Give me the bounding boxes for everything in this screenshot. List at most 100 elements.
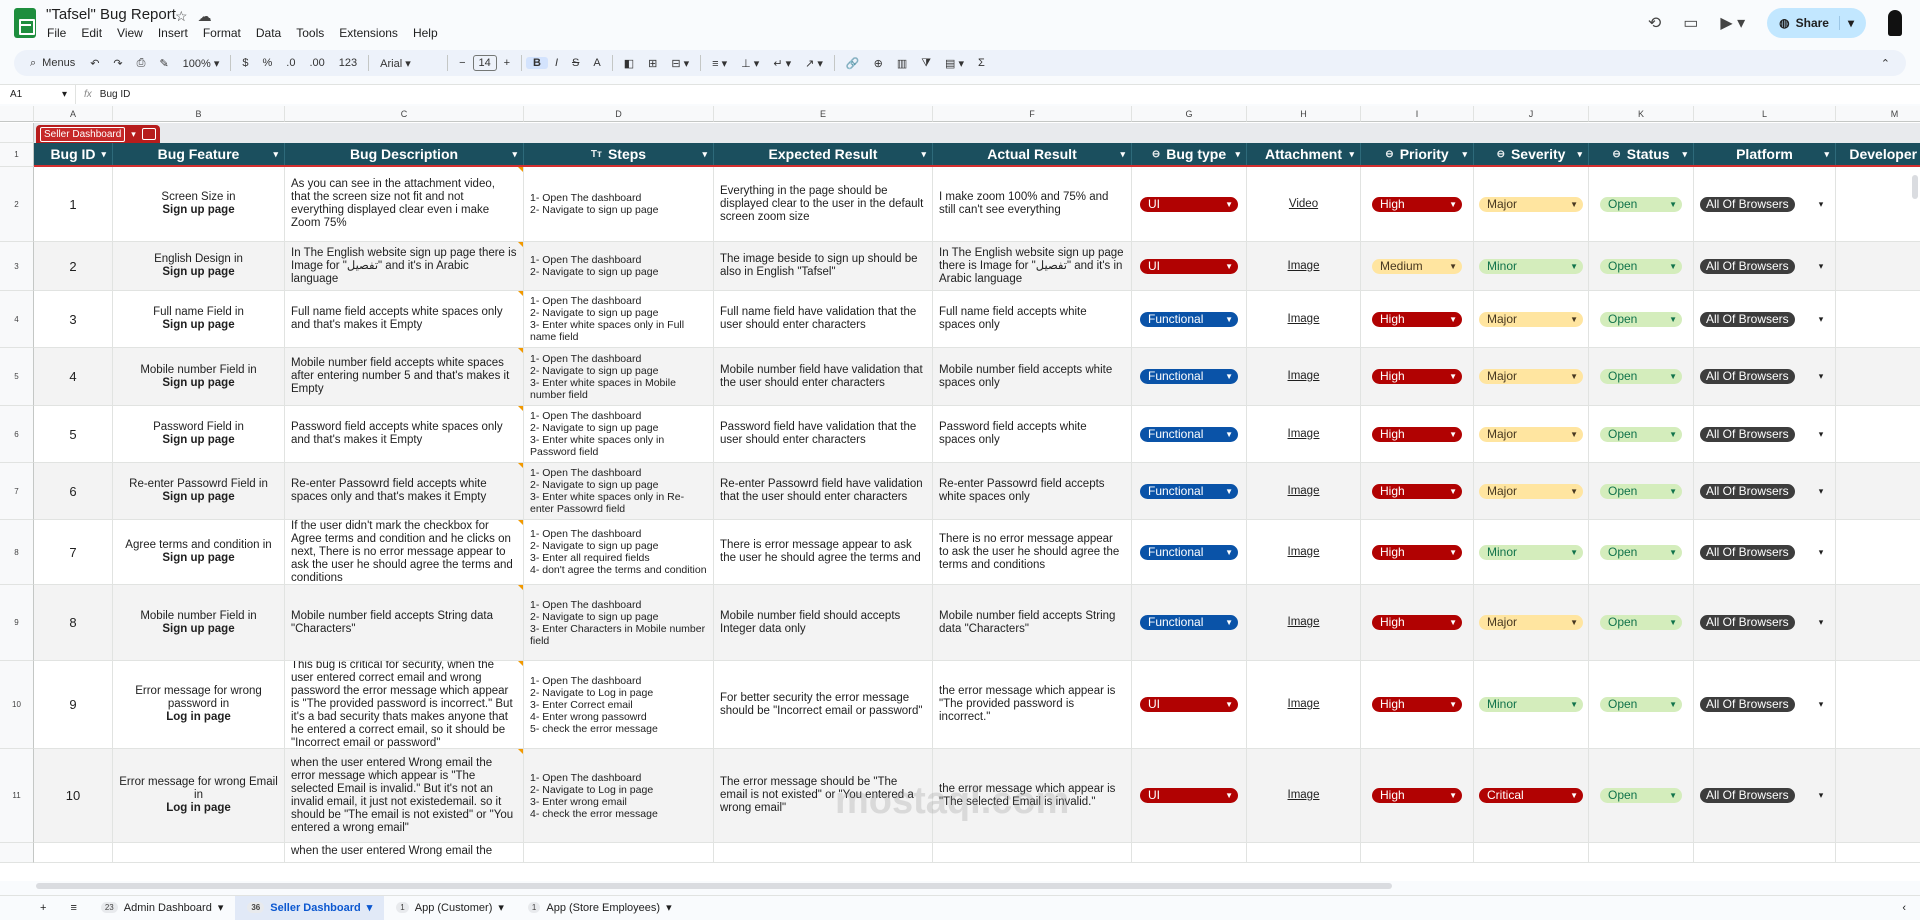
platform-chip[interactable]: All Of Browsers xyxy=(1700,196,1795,212)
text-wrap-icon[interactable]: ↵ ▾ xyxy=(766,57,798,70)
bug-id-cell[interactable]: 8 xyxy=(34,585,113,660)
developer-comment-cell[interactable] xyxy=(1836,749,1920,842)
dropdown-arrow-icon[interactable]: ▼ xyxy=(1669,370,1677,383)
platform-dropdown-icon[interactable]: ▾ xyxy=(1819,698,1824,711)
row-number[interactable]: 2 xyxy=(0,167,34,242)
platform-dropdown-icon[interactable]: ▾ xyxy=(1819,370,1824,383)
expected-result-cell[interactable]: Mobile number field have validation that… xyxy=(714,348,933,405)
dropdown-arrow-icon[interactable]: ▼ xyxy=(1225,313,1233,326)
column-header-i[interactable]: I xyxy=(1361,106,1474,122)
cell[interactable] xyxy=(1836,843,1920,862)
platform-cell[interactable]: All Of Browsers ▾ xyxy=(1694,348,1836,405)
bug-description-cell[interactable]: Mobile number field accepts white spaces… xyxy=(285,348,524,405)
dropdown-arrow-icon[interactable]: ▼ xyxy=(1669,485,1677,498)
platform-dropdown-icon[interactable]: ▾ xyxy=(1819,485,1824,498)
note-indicator[interactable] xyxy=(518,348,523,353)
history-icon[interactable]: ⟲ xyxy=(1648,13,1661,33)
menu-data[interactable]: Data xyxy=(256,26,281,40)
steps-cell[interactable]: 1- Open The dashboard 2- Navigate to sig… xyxy=(524,348,714,405)
dropdown-arrow-icon[interactable]: ▼ xyxy=(1570,698,1578,711)
actual-result-cell[interactable]: In The English website sign up page ther… xyxy=(933,242,1132,290)
row-number[interactable]: 1 xyxy=(0,143,34,167)
column-header-g[interactable]: G xyxy=(1132,106,1247,122)
cell[interactable] xyxy=(714,843,933,862)
row-number[interactable]: 9 xyxy=(0,585,34,661)
actual-result-cell[interactable]: Mobile number field accepts String data … xyxy=(933,585,1132,660)
column-header-d[interactable]: D xyxy=(524,106,714,122)
header-cell[interactable]: ⊖ Bug type ▾ xyxy=(1132,143,1247,165)
cell[interactable] xyxy=(34,843,113,862)
insert-link-icon[interactable]: 🔗 xyxy=(839,57,867,70)
comments-icon[interactable]: ▭ xyxy=(1683,13,1698,33)
platform-chip[interactable]: All Of Browsers xyxy=(1700,615,1795,630)
header-cell[interactable]: Tт Steps ▾ xyxy=(524,143,714,165)
dropdown-arrow-icon[interactable]: ▼ xyxy=(1669,428,1677,441)
steps-cell[interactable]: 1- Open The dashboard 2- Navigate to sig… xyxy=(524,585,714,660)
bug-feature-cell[interactable]: Full name Field in Sign up page xyxy=(113,291,285,347)
sheet-tab-app-customer[interactable]: 1 App (Customer) ▾ xyxy=(384,896,516,920)
status-cell[interactable]: Open ▼ xyxy=(1589,348,1694,405)
expected-result-cell[interactable]: Re-enter Passowrd field have validation … xyxy=(714,463,933,519)
column-header-k[interactable]: K xyxy=(1589,106,1694,122)
horizontal-scrollbar[interactable] xyxy=(36,883,1392,889)
severity-chip[interactable]: Major ▼ xyxy=(1479,483,1583,499)
priority-cell[interactable]: High ▼ xyxy=(1361,520,1474,584)
bug-type-chip[interactable]: Functional ▼ xyxy=(1140,544,1238,560)
cell[interactable] xyxy=(1132,843,1247,862)
severity-cell[interactable]: Major ▼ xyxy=(1474,406,1589,462)
platform-cell[interactable]: All Of Browsers ▾ xyxy=(1694,242,1836,290)
severity-chip[interactable]: Minor ▼ xyxy=(1479,697,1583,712)
dropdown-arrow-icon[interactable]: ▼ xyxy=(1570,313,1578,326)
status-chip[interactable]: Open ▼ xyxy=(1600,544,1682,560)
status-cell[interactable]: Open ▼ xyxy=(1589,749,1694,842)
platform-chip[interactable]: All Of Browsers xyxy=(1700,369,1795,384)
attachment-link[interactable]: Image xyxy=(1288,370,1320,383)
bug-type-chip[interactable]: Functional ▼ xyxy=(1140,483,1238,499)
bug-feature-cell[interactable]: English Design in Sign up page xyxy=(113,242,285,290)
platform-chip[interactable]: All Of Browsers xyxy=(1700,311,1795,327)
bug-feature-cell[interactable]: Screen Size in Sign up page xyxy=(113,167,285,241)
dropdown-arrow-icon[interactable]: ▼ xyxy=(1570,260,1578,273)
platform-cell[interactable]: All Of Browsers ▾ xyxy=(1694,585,1836,660)
sheets-logo-icon[interactable] xyxy=(14,8,36,38)
dropdown-arrow-icon[interactable]: ▼ xyxy=(1570,546,1578,559)
row-number[interactable] xyxy=(0,123,34,143)
header-cell[interactable]: Bug ID ▾ xyxy=(34,143,113,165)
status-chip[interactable]: Open ▼ xyxy=(1600,311,1682,327)
dropdown-arrow-icon[interactable]: ▼ xyxy=(1225,789,1233,802)
platform-dropdown-icon[interactable]: ▾ xyxy=(1819,546,1824,559)
attachment-link[interactable]: Image xyxy=(1288,789,1320,802)
actual-result-cell[interactable]: There is no error message appear to ask … xyxy=(933,520,1132,584)
menu-file[interactable]: File xyxy=(47,26,66,40)
bug-type-cell[interactable]: Functional ▼ xyxy=(1132,585,1247,660)
actual-result-cell[interactable]: Password field accepts white spaces only xyxy=(933,406,1132,462)
bold-button[interactable]: B xyxy=(526,57,548,69)
expected-result-cell[interactable]: Full name field have validation that the… xyxy=(714,291,933,347)
note-indicator[interactable] xyxy=(518,520,523,525)
filter-dropdown-icon[interactable]: ▾ xyxy=(1235,149,1240,160)
header-cell[interactable]: ⊖ Status ▾ xyxy=(1589,143,1694,165)
bug-type-chip[interactable]: UI ▼ xyxy=(1140,196,1238,212)
priority-chip[interactable]: High ▼ xyxy=(1372,311,1462,327)
header-cell[interactable]: Platform ▾ xyxy=(1694,143,1836,165)
chevron-down-icon[interactable]: ▾ xyxy=(218,901,224,914)
header-cell[interactable]: Expected Result ▾ xyxy=(714,143,933,165)
status-chip[interactable]: Open ▼ xyxy=(1600,258,1682,274)
platform-dropdown-icon[interactable]: ▾ xyxy=(1819,260,1824,273)
platform-dropdown-icon[interactable]: ▾ xyxy=(1819,198,1824,211)
bug-description-cell[interactable]: Re-enter Passowrd field accepts white sp… xyxy=(285,463,524,519)
attachment-link[interactable]: Video xyxy=(1289,198,1318,211)
note-indicator[interactable] xyxy=(518,661,523,666)
sheet-tab-app-store-employees[interactable]: 1 App (Store Employees) ▾ xyxy=(516,896,684,920)
severity-chip[interactable]: Minor ▼ xyxy=(1479,258,1583,274)
menu-insert[interactable]: Insert xyxy=(158,26,188,40)
dropdown-arrow-icon[interactable]: ▼ xyxy=(1669,198,1677,211)
dropdown-arrow-icon[interactable]: ▼ xyxy=(1449,370,1457,383)
bug-feature-cell[interactable]: Error message for wrong password in Log i… xyxy=(113,661,285,748)
dropdown-arrow-icon[interactable]: ▼ xyxy=(1225,370,1233,383)
filter-icon[interactable]: ⧩ xyxy=(914,57,938,70)
attachment-cell[interactable]: Image xyxy=(1247,661,1361,748)
column-header-j[interactable]: J xyxy=(1474,106,1589,122)
row-number[interactable]: 6 xyxy=(0,406,34,463)
bug-id-cell[interactable]: 3 xyxy=(34,291,113,347)
